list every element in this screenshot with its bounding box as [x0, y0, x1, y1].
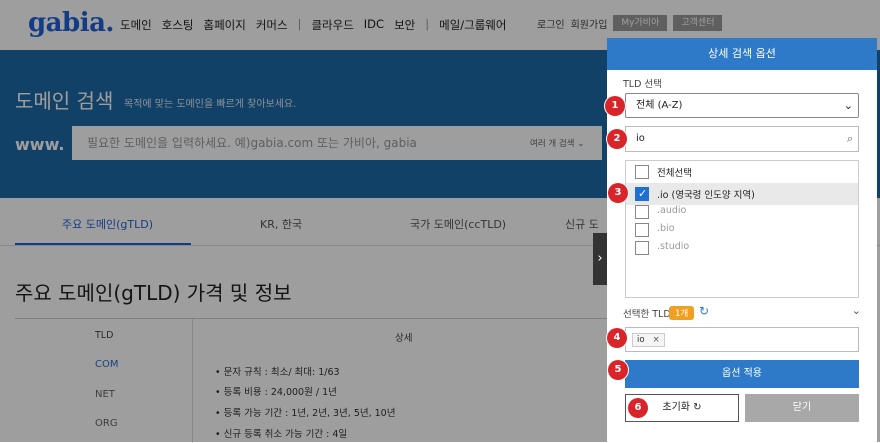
tld-list: 전체선택 .io (영국령 인도양 지역) .audio .bio .studi… [625, 160, 859, 298]
marker-6: 6 [628, 398, 648, 418]
sort-select[interactable]: 전체 (A-Z) ⌄ [625, 93, 859, 118]
checkbox[interactable] [635, 241, 649, 255]
list-item-label: .audio [657, 205, 687, 216]
list-item-studio[interactable]: .studio [626, 237, 858, 259]
search-icon[interactable]: ⌕ [847, 127, 853, 151]
checkbox[interactable] [635, 223, 649, 237]
selected-tld-box: io × [625, 327, 859, 352]
selected-count-badge: 1개 [669, 306, 695, 320]
marker-4: 4 [607, 328, 627, 348]
checkbox[interactable] [635, 205, 649, 219]
list-item-label: .bio [657, 223, 675, 234]
selected-tld-row: 선택한 TLD 1개 ↻ ⌄ [623, 304, 861, 322]
selected-tld-chip: io × [632, 333, 665, 347]
tld-search-input[interactable]: io ⌕ [625, 126, 859, 152]
marker-3: 3 [608, 183, 628, 203]
tld-search-value: io [636, 133, 645, 144]
tld-select-label: TLD 선택 [623, 79, 662, 90]
list-item-label: 전체선택 [657, 168, 692, 179]
chip-label: io [637, 335, 645, 345]
chevron-down-icon: ⌄ [843, 99, 853, 112]
close-button[interactable]: 닫기 [745, 394, 859, 422]
checkbox[interactable] [635, 187, 649, 201]
marker-2: 2 [607, 129, 627, 149]
chevron-right-icon: › [597, 251, 603, 266]
checkbox[interactable] [635, 165, 649, 179]
list-item-label: .studio [657, 241, 690, 252]
panel-toggle-handle[interactable]: › [593, 233, 607, 285]
marker-1: 1 [605, 96, 625, 116]
advanced-search-panel: 상세 검색 옵션 TLD 선택 전체 (A-Z) ⌄ io ⌕ 전체선택 .io… [607, 38, 877, 442]
list-item-label: .io (영국령 인도양 지역) [657, 190, 755, 201]
panel-title: 상세 검색 옵션 [607, 38, 877, 70]
apply-options-button[interactable]: 옵션 적용 [625, 360, 859, 388]
chevron-down-icon[interactable]: ⌄ [852, 304, 861, 317]
list-item-select-all[interactable]: 전체선택 [626, 161, 858, 183]
marker-5: 5 [608, 360, 628, 380]
selected-tld-label: 선택한 TLD [623, 309, 671, 320]
refresh-icon[interactable]: ↻ [699, 304, 709, 318]
close-icon[interactable]: × [653, 335, 660, 345]
sort-select-value: 전체 (A-Z) [636, 100, 683, 111]
